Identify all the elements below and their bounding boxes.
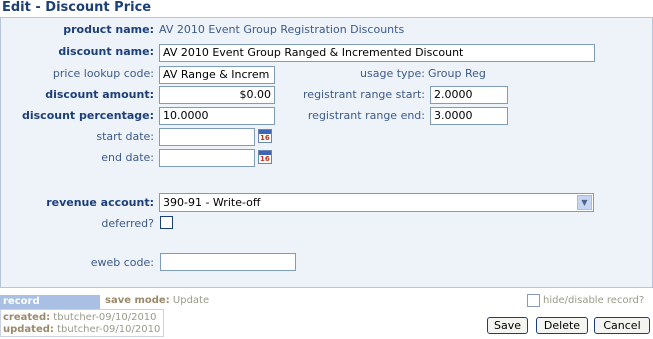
end-date-label: end date: (101, 151, 154, 164)
calendar-icon[interactable]: 16 (258, 150, 272, 164)
record-information-tab: record information (0, 295, 100, 321)
registrant-range-start-label: registrant range start: (303, 88, 425, 101)
usage-type-label: usage type: (360, 67, 425, 80)
discount-amount-label: discount amount: (45, 88, 154, 101)
save-mode-label: save mode: (105, 295, 170, 306)
registrant-range-start-input[interactable]: 2.0000 (430, 86, 508, 104)
save-mode-value: Update (172, 295, 210, 306)
cancel-button[interactable]: Cancel (594, 317, 650, 334)
product-name-value: AV 2010 Event Group Registration Discoun… (159, 23, 405, 36)
eweb-code-label: eweb code: (90, 256, 154, 269)
updated-value: tbutcher-09/10/2010 (57, 324, 161, 335)
deferred-checkbox[interactable] (160, 216, 173, 229)
hide-disable-label: hide/disable record? (543, 295, 645, 306)
calendar-day-number: 16 (260, 155, 270, 163)
calendar-day-number: 16 (260, 134, 270, 142)
price-lookup-code-label: price lookup code: (52, 67, 154, 80)
calendar-icon[interactable]: 16 (258, 129, 272, 143)
revenue-account-select[interactable]: 390-91 - Write-off ▼ (159, 193, 594, 212)
deferred-label: deferred? (101, 217, 154, 230)
hide-disable-checkbox[interactable] (527, 294, 540, 307)
registrant-range-end-label: registrant range end: (307, 109, 425, 122)
save-button[interactable]: Save (487, 317, 528, 334)
created-value: tbutcher-09/10/2010 (53, 312, 157, 323)
discount-percentage-input[interactable]: 10.0000 (159, 107, 275, 125)
discount-percentage-label: discount percentage: (21, 109, 154, 122)
updated-label: updated: (3, 324, 54, 335)
start-date-input[interactable] (159, 128, 255, 146)
registrant-range-end-input[interactable]: 3.0000 (430, 107, 508, 125)
delete-button[interactable]: Delete (536, 317, 588, 334)
save-mode: save mode: Update (105, 295, 209, 307)
usage-type-value: Group Reg (428, 67, 486, 80)
product-name-label: product name: (63, 23, 154, 36)
end-date-input[interactable] (159, 149, 255, 167)
discount-name-label: discount name: (58, 45, 154, 58)
start-date-label: start date: (96, 130, 154, 143)
eweb-code-input[interactable] (160, 253, 296, 271)
revenue-account-label: revenue account: (46, 196, 154, 209)
created-info: created: tbutcher-09/10/2010 (3, 312, 157, 324)
page-title: Edit - Discount Price (2, 0, 152, 15)
revenue-account-selected-value: 390-91 - Write-off (163, 196, 261, 209)
price-lookup-code-input[interactable]: AV Range & Increm (159, 66, 275, 84)
chevron-down-icon[interactable]: ▼ (577, 195, 592, 210)
discount-amount-input[interactable]: $0.00 (159, 86, 275, 104)
discount-name-input[interactable]: AV 2010 Event Group Ranged & Incremented… (159, 44, 595, 62)
created-label: created: (3, 312, 51, 323)
updated-info: updated: tbutcher-09/10/2010 (3, 324, 160, 336)
